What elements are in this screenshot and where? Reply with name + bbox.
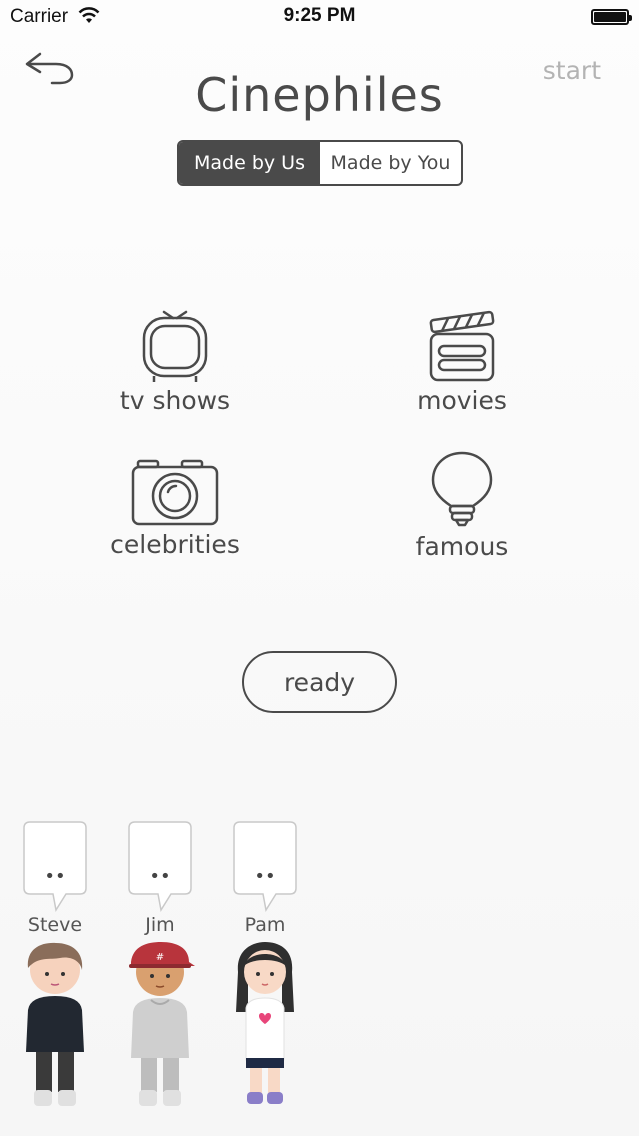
speech-bubble-icon: •• <box>23 821 87 912</box>
speech-bubble: •• <box>22 820 88 912</box>
category-label: movies <box>417 386 507 415</box>
category-celebrities[interactable]: celebrities <box>55 458 295 559</box>
segment-made-by-you[interactable]: Made by You <box>320 142 461 184</box>
lightbulb-icon <box>431 451 493 527</box>
category-label: celebrities <box>110 530 240 559</box>
page-title: Cinephiles <box>195 68 444 122</box>
segmented-control: Made by Us Made by You <box>177 140 463 186</box>
avatar <box>236 942 294 1104</box>
svg-text:#: # <box>156 952 164 963</box>
player-steve: •• Steve <box>15 820 95 1114</box>
battery-icon <box>591 9 632 25</box>
avatar: # <box>129 942 195 1106</box>
tv-icon <box>142 310 208 382</box>
category-famous[interactable]: famous <box>342 450 582 561</box>
speech-bubble: •• <box>127 820 193 912</box>
category-label: famous <box>415 532 509 561</box>
ready-button[interactable]: ready <box>242 651 397 713</box>
category-tv-shows[interactable]: tv shows <box>55 308 295 415</box>
typing-dots: •• <box>254 866 275 887</box>
player-name: Jim <box>145 914 175 936</box>
player-name: Steve <box>27 914 83 936</box>
clapperboard-icon <box>429 310 495 382</box>
player-pam: •• Pam <box>225 820 305 1114</box>
avatar <box>26 942 84 1106</box>
clock: 9:25 PM <box>283 5 356 26</box>
speech-bubble-icon: •• <box>128 821 192 912</box>
typing-dots: •• <box>44 866 65 887</box>
camera-icon <box>131 459 219 526</box>
player-name: Pam <box>244 914 286 936</box>
category-movies[interactable]: movies <box>342 308 582 415</box>
speech-bubble-icon: •• <box>233 821 297 912</box>
speech-bubble: •• <box>232 820 298 912</box>
player-jim: •• Jim # <box>120 820 200 1114</box>
segment-made-by-us[interactable]: Made by Us <box>179 142 320 184</box>
typing-dots: •• <box>149 866 170 887</box>
status-bar: Carrier 9:25 PM <box>0 0 639 34</box>
category-label: tv shows <box>119 386 231 415</box>
